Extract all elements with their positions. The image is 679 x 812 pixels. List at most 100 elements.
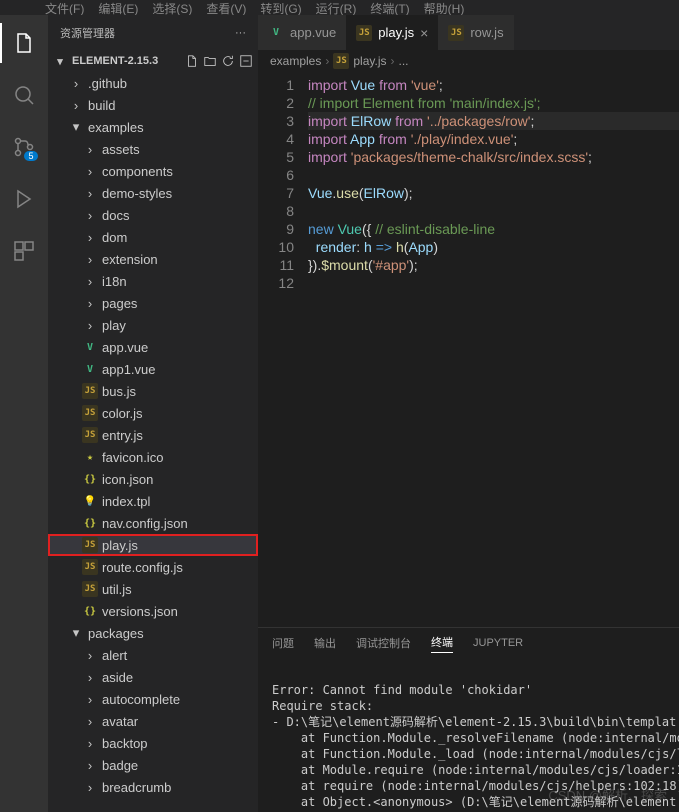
editor-tab[interactable]: JSrow.js — [438, 15, 513, 50]
file-item[interactable]: Vapp.vue — [48, 336, 258, 358]
file-label: backtop — [102, 736, 148, 751]
new-folder-icon[interactable] — [202, 53, 218, 69]
file-item[interactable]: JSplay.js — [48, 534, 258, 556]
js-file-icon: JS — [82, 427, 98, 443]
panel-tab[interactable]: 调试控制台 — [356, 635, 411, 651]
scm-icon[interactable]: 5 — [0, 127, 48, 167]
file-label: components — [102, 164, 173, 179]
terminal-output[interactable]: Error: Cannot find module 'chokidar' Req… — [258, 658, 679, 812]
menu-item[interactable]: 文件(F) — [45, 0, 84, 15]
chevron-right-icon: › — [82, 163, 98, 179]
json-file-icon: {} — [82, 603, 98, 619]
js-file-icon: JS — [82, 383, 98, 399]
file-label: packages — [88, 626, 144, 641]
js-file-icon: JS — [82, 559, 98, 575]
menu-item[interactable]: 转到(G) — [260, 0, 301, 15]
folder-item[interactable]: › demo-styles — [48, 182, 258, 204]
folder-item[interactable]: ›breadcrumb — [48, 776, 258, 798]
menu-item[interactable]: 编辑(E) — [98, 0, 138, 15]
js-file-icon: JS — [333, 53, 349, 69]
chevron-down-icon: ▾ — [68, 625, 84, 641]
editor-tab[interactable]: JSplay.js× — [346, 15, 438, 50]
menu-item[interactable]: 帮助(H) — [424, 0, 465, 15]
folder-item[interactable]: › backtop — [48, 732, 258, 754]
file-label: versions.json — [102, 604, 178, 619]
file-item[interactable]: {} versions.json — [48, 600, 258, 622]
scm-badge: 5 — [24, 151, 38, 161]
folder-item[interactable]: › components — [48, 160, 258, 182]
explorer-icon[interactable] — [0, 23, 48, 63]
folder-item[interactable]: ▾ packages — [48, 622, 258, 644]
close-icon[interactable]: × — [420, 25, 428, 41]
run-icon[interactable] — [0, 179, 48, 219]
menu-item[interactable]: 终端(T) — [370, 0, 409, 15]
folder-item[interactable]: ›autocomplete — [48, 688, 258, 710]
breadcrumb-item[interactable]: ... — [398, 54, 408, 68]
folder-item[interactable]: ›badge — [48, 754, 258, 776]
new-file-icon[interactable] — [184, 53, 200, 69]
file-item[interactable]: {}nav.config.json — [48, 512, 258, 534]
chevron-down-icon: ▾ — [68, 119, 84, 135]
menu-item[interactable]: 运行(R) — [316, 0, 357, 15]
gutter: 123456789101112 — [258, 76, 308, 627]
folder-item[interactable]: ›aside — [48, 666, 258, 688]
editor-tab[interactable]: Vapp.vue — [258, 15, 346, 50]
file-item[interactable]: JS bus.js — [48, 380, 258, 402]
extensions-icon[interactable] — [0, 231, 48, 271]
menu-item[interactable]: 查看(V) — [206, 0, 246, 15]
vue-file-icon: V — [82, 361, 98, 377]
refresh-icon[interactable] — [220, 53, 236, 69]
file-item[interactable]: 💡index.tpl — [48, 490, 258, 512]
chevron-right-icon: › — [82, 185, 98, 201]
file-item[interactable]: JScolor.js — [48, 402, 258, 424]
json-file-icon: {} — [82, 471, 98, 487]
file-item[interactable]: JSentry.js — [48, 424, 258, 446]
file-item[interactable]: ★favicon.ico — [48, 446, 258, 468]
folder-item[interactable]: › build — [48, 94, 258, 116]
folder-item[interactable]: ›pages — [48, 292, 258, 314]
panel-tab[interactable]: JUPYTER — [473, 637, 523, 649]
panel-tab[interactable]: 终端 — [431, 634, 453, 653]
folder-item[interactable]: ›.github — [48, 72, 258, 94]
file-label: .github — [88, 76, 127, 91]
sidebar-root[interactable]: ▾ ELEMENT-2.15.3 — [48, 50, 258, 72]
file-label: demo-styles — [102, 186, 172, 201]
chevron-right-icon: › — [82, 713, 98, 729]
chevron-right-icon: › — [68, 97, 84, 113]
file-label: docs — [102, 208, 129, 223]
chevron-right-icon: › — [390, 54, 394, 68]
folder-item[interactable]: ›i18n — [48, 270, 258, 292]
folder-item[interactable]: ›assets — [48, 138, 258, 160]
file-label: build — [88, 98, 115, 113]
folder-item[interactable]: ›alert — [48, 644, 258, 666]
chevron-right-icon: › — [82, 735, 98, 751]
panel-tab[interactable]: 输出 — [314, 635, 336, 651]
file-item[interactable]: {} icon.json — [48, 468, 258, 490]
file-item[interactable]: JSroute.config.js — [48, 556, 258, 578]
file-item[interactable]: JSutil.js — [48, 578, 258, 600]
file-label: util.js — [102, 582, 132, 597]
search-icon[interactable] — [0, 75, 48, 115]
file-label: bus.js — [102, 384, 136, 399]
folder-item[interactable]: ›extension — [48, 248, 258, 270]
collapse-icon[interactable] — [238, 53, 254, 69]
breadcrumb-item[interactable]: play.js — [353, 54, 386, 68]
chevron-right-icon: › — [82, 757, 98, 773]
file-label: alert — [102, 648, 127, 663]
breadcrumb-item[interactable]: examples — [270, 54, 321, 68]
folder-item[interactable]: ›docs — [48, 204, 258, 226]
sidebar-more-icon[interactable]: ··· — [235, 27, 246, 39]
chevron-right-icon: › — [82, 141, 98, 157]
breadcrumbs[interactable]: examples›JSplay.js›... — [258, 50, 679, 72]
file-label: index.tpl — [102, 494, 150, 509]
folder-item[interactable]: ›play — [48, 314, 258, 336]
file-label: icon.json — [102, 472, 153, 487]
file-item[interactable]: Vapp1.vue — [48, 358, 258, 380]
menu-item[interactable]: 选择(S) — [152, 0, 192, 15]
folder-item[interactable]: ›dom — [48, 226, 258, 248]
panel-tab[interactable]: 问题 — [272, 635, 294, 651]
folder-item[interactable]: ▾examples — [48, 116, 258, 138]
folder-item[interactable]: ›avatar — [48, 710, 258, 732]
file-label: nav.config.json — [102, 516, 188, 531]
code-editor[interactable]: 123456789101112 import Vue from 'vue';//… — [258, 72, 679, 627]
